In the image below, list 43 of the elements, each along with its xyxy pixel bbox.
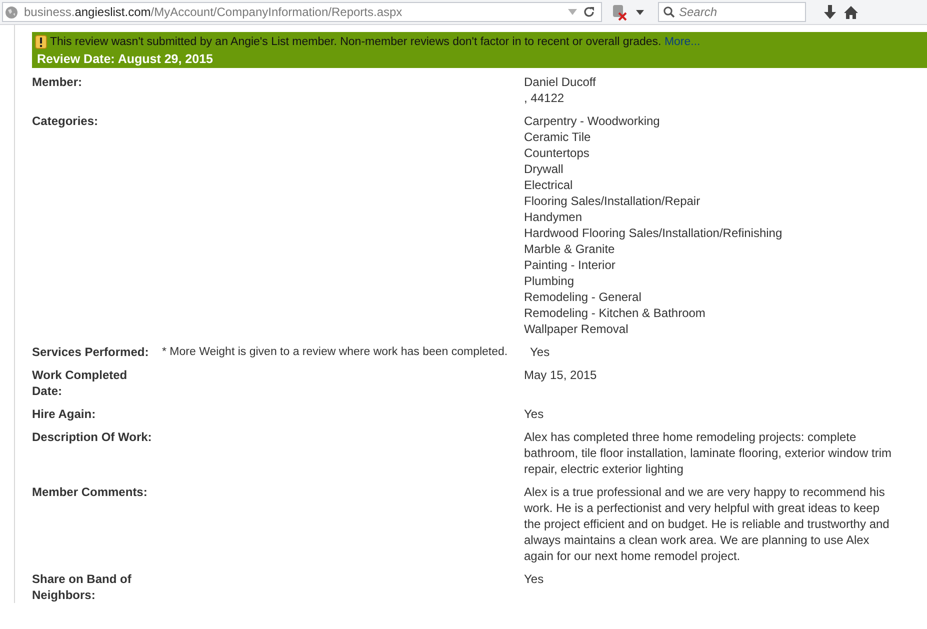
field-value: Remodeling - General [524,289,642,305]
field-value: May 15, 2015 [524,367,598,383]
warning-icon [35,35,47,49]
field-label: Description Of Work: [32,429,153,446]
field-label: Hire Again: [32,406,97,422]
field-value: Marble & Granite [524,241,616,257]
field-value: Plumbing [524,273,576,289]
field-value: Yes [530,344,551,360]
field-value: Drywall [524,161,564,177]
reload-icon[interactable] [583,6,595,18]
field-label: Services Performed: [32,344,150,360]
field-label: Categories: [32,113,100,130]
field-value: Carpentry - Woodworking [524,113,661,129]
field-value: Daniel Ducoff [524,74,597,90]
field-value: Electrical [524,177,574,193]
field-value: Countertops [524,145,590,161]
review-date-title: Review Date: August 29, 2015 [36,52,214,66]
field-value: Wallpaper Removal [524,321,630,337]
search-icon [663,6,675,18]
globe-icon [5,6,18,18]
download-icon[interactable] [824,5,836,19]
field-label: Member Comments: [32,484,148,501]
field-value: Alex has completed three home remodeling projects: complete bathroom, tile floor installation, laminate flooring, exterior window trim repair, electric exterior lighting [524,429,892,477]
field-value: Hardwood Flooring Sales/Installation/Refinishing [524,225,784,241]
field-value: Painting - Interior [524,257,616,273]
field-value: Yes [524,406,545,422]
field-value: Flooring Sales/Installation/Repair [524,193,702,209]
field-label: Member: [32,74,84,91]
field-value: Yes [524,571,545,587]
home-icon[interactable] [844,6,858,18]
field-label: Work Completed Date: [32,367,128,399]
field-note: * More Weight is given to a review where work has been completed. [162,346,508,358]
field-value: Ceramic Tile [524,129,592,145]
field-label: Share on Band of Neighbors: [32,571,132,603]
address-field[interactable]: business.angieslist.com/MyAccount/CompanyInformation/Reports.aspx [2,2,602,22]
notice-text: This review wasn't submitted by an Angie's List member. Non-member reviews don't factor in to recent or overall grades. More... [50,36,700,48]
field-value: Remodeling - Kitchen & Bathroom [524,305,706,321]
search-field[interactable]: Search [658,2,806,22]
field-value: Handymen [524,209,584,225]
caret-icon[interactable] [636,10,644,14]
field-value: Alex is a true professional and we are very happy to recommend his work. He is a perfectionist and very helpful with great ideas to keep the project efficient and on budget. He is reliable and trustworthy and always maintains a clean work area. We are planning to use Alex again for our next home remodel project. [524,484,890,564]
field-value: , 44122 [524,90,566,106]
blocked-addon-icon[interactable] [610,3,628,21]
